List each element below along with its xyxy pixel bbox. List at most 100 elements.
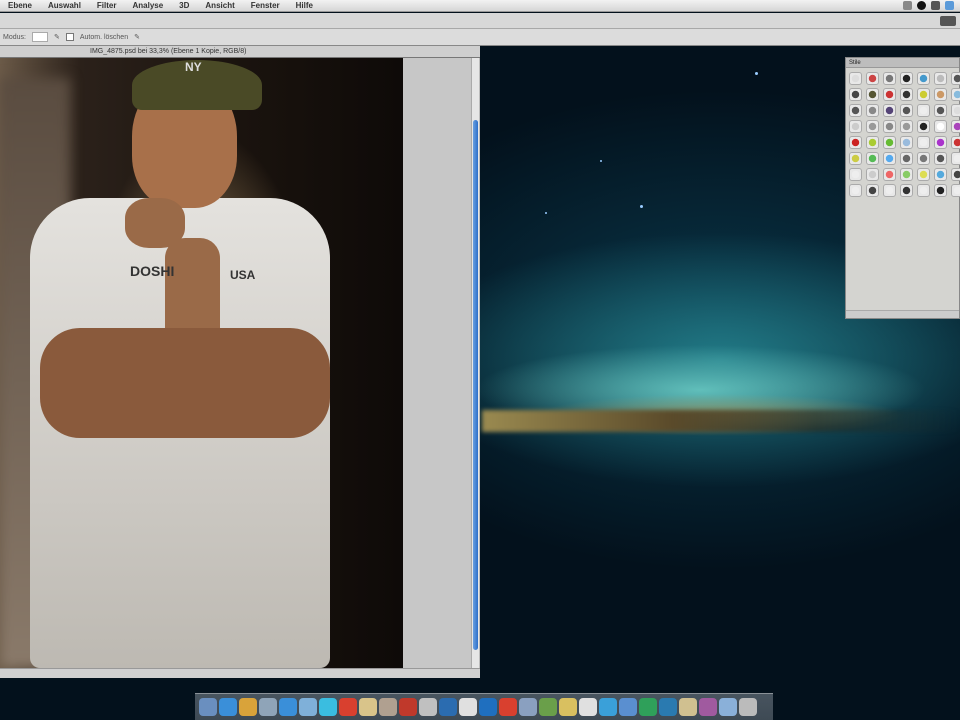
dock-tweetie-icon[interactable] bbox=[659, 698, 677, 716]
spotlight-icon[interactable] bbox=[945, 1, 954, 10]
style-swatch[interactable] bbox=[883, 72, 896, 85]
dock-photoshop-icon[interactable] bbox=[379, 698, 397, 716]
style-swatch[interactable] bbox=[849, 152, 862, 165]
style-swatch[interactable] bbox=[900, 168, 913, 181]
style-swatch[interactable] bbox=[849, 72, 862, 85]
style-swatch[interactable] bbox=[917, 120, 930, 133]
style-swatch[interactable] bbox=[917, 72, 930, 85]
brush-icon[interactable]: ✎ bbox=[54, 33, 60, 41]
style-swatch[interactable] bbox=[883, 104, 896, 117]
style-swatch[interactable] bbox=[917, 152, 930, 165]
style-swatch[interactable] bbox=[951, 168, 960, 181]
style-swatch[interactable] bbox=[951, 104, 960, 117]
style-swatch[interactable] bbox=[883, 184, 896, 197]
dock-flash-icon[interactable] bbox=[339, 698, 357, 716]
menu-ebene[interactable]: Ebene bbox=[8, 1, 32, 10]
style-swatch[interactable] bbox=[900, 136, 913, 149]
style-swatch[interactable] bbox=[934, 168, 947, 181]
dock-itunes-music-icon[interactable] bbox=[679, 698, 697, 716]
dock-powerpoint-icon[interactable] bbox=[499, 698, 517, 716]
menu-hilfe[interactable]: Hilfe bbox=[296, 1, 313, 10]
style-swatch[interactable] bbox=[883, 88, 896, 101]
photo-canvas[interactable]: NY DOSHI USA bbox=[0, 58, 403, 668]
style-swatch[interactable] bbox=[900, 152, 913, 165]
dock-filezilla-icon[interactable] bbox=[699, 698, 717, 716]
auto-erase-checkbox[interactable] bbox=[65, 33, 74, 41]
style-swatch[interactable] bbox=[900, 120, 913, 133]
style-swatch[interactable] bbox=[883, 136, 896, 149]
dock-twitter-icon[interactable] bbox=[319, 698, 337, 716]
dock-stickies-icon[interactable] bbox=[559, 698, 577, 716]
dock-iphoto-icon[interactable] bbox=[519, 698, 537, 716]
wifi-icon[interactable] bbox=[903, 1, 912, 10]
dock-preview-icon[interactable] bbox=[299, 698, 317, 716]
style-swatch[interactable] bbox=[951, 120, 960, 133]
workspace-button[interactable] bbox=[940, 16, 956, 26]
dock-app-store-icon[interactable] bbox=[599, 698, 617, 716]
style-swatch[interactable] bbox=[849, 88, 862, 101]
dock-word-icon[interactable] bbox=[439, 698, 457, 716]
document-tab[interactable]: IMG_4875.psd bei 33,3% (Ebene 1 Kopie, R… bbox=[0, 46, 480, 58]
style-swatch[interactable] bbox=[934, 184, 947, 197]
clock-icon[interactable] bbox=[917, 1, 926, 10]
style-swatch[interactable] bbox=[934, 136, 947, 149]
menu-filter[interactable]: Filter bbox=[97, 1, 117, 10]
style-swatch[interactable] bbox=[951, 184, 960, 197]
dock-ichat-icon[interactable] bbox=[239, 698, 257, 716]
style-swatch[interactable] bbox=[917, 104, 930, 117]
menu-analyse[interactable]: Analyse bbox=[132, 1, 163, 10]
menu-fenster[interactable]: Fenster bbox=[251, 1, 280, 10]
dock-finder-icon[interactable] bbox=[199, 698, 217, 716]
style-swatch[interactable] bbox=[900, 184, 913, 197]
style-swatch[interactable] bbox=[866, 104, 879, 117]
dock-itunes-icon[interactable] bbox=[279, 698, 297, 716]
style-swatch[interactable] bbox=[849, 104, 862, 117]
scrollbar-thumb[interactable] bbox=[473, 120, 478, 650]
menu-ansicht[interactable]: Ansicht bbox=[205, 1, 234, 10]
volume-icon[interactable] bbox=[931, 1, 940, 10]
style-swatch[interactable] bbox=[866, 184, 879, 197]
style-swatch[interactable] bbox=[934, 120, 947, 133]
dock-mail-icon[interactable] bbox=[259, 698, 277, 716]
dock-skype-icon[interactable] bbox=[639, 698, 657, 716]
style-swatch[interactable] bbox=[917, 168, 930, 181]
dock-notes-icon[interactable] bbox=[359, 698, 377, 716]
style-swatch[interactable] bbox=[951, 88, 960, 101]
style-swatch[interactable] bbox=[900, 88, 913, 101]
style-swatch[interactable] bbox=[849, 184, 862, 197]
pressure-icon[interactable]: ✎ bbox=[134, 33, 140, 41]
dock-textedit-icon[interactable] bbox=[419, 698, 437, 716]
style-swatch[interactable] bbox=[917, 136, 930, 149]
style-swatch[interactable] bbox=[900, 72, 913, 85]
dock-calendar-icon[interactable] bbox=[459, 698, 477, 716]
styles-tab[interactable]: Stile bbox=[846, 58, 959, 68]
style-swatch[interactable] bbox=[849, 136, 862, 149]
dock-pages-icon[interactable] bbox=[579, 698, 597, 716]
dock-folder-icon[interactable] bbox=[719, 698, 737, 716]
style-swatch[interactable] bbox=[951, 72, 960, 85]
menu-3d[interactable]: 3D bbox=[179, 1, 189, 10]
style-swatch[interactable] bbox=[883, 168, 896, 181]
style-swatch[interactable] bbox=[866, 168, 879, 181]
dock-keynote-icon[interactable] bbox=[619, 698, 637, 716]
vertical-scrollbar[interactable] bbox=[471, 58, 479, 668]
dock-acrobat-icon[interactable] bbox=[399, 698, 417, 716]
style-swatch[interactable] bbox=[849, 120, 862, 133]
menu-auswahl[interactable]: Auswahl bbox=[48, 1, 81, 10]
style-swatch[interactable] bbox=[866, 72, 879, 85]
style-swatch[interactable] bbox=[934, 152, 947, 165]
style-swatch[interactable] bbox=[866, 120, 879, 133]
style-swatch[interactable] bbox=[934, 104, 947, 117]
dock-outlook-icon[interactable] bbox=[479, 698, 497, 716]
style-swatch[interactable] bbox=[951, 136, 960, 149]
dock-garageband-icon[interactable] bbox=[539, 698, 557, 716]
dock-safari-icon[interactable] bbox=[219, 698, 237, 716]
style-swatch[interactable] bbox=[900, 104, 913, 117]
style-swatch[interactable] bbox=[866, 136, 879, 149]
style-swatch[interactable] bbox=[917, 88, 930, 101]
style-swatch[interactable] bbox=[866, 88, 879, 101]
style-swatch[interactable] bbox=[934, 72, 947, 85]
style-swatch[interactable] bbox=[951, 152, 960, 165]
dock-trash-icon[interactable] bbox=[739, 698, 757, 716]
style-swatch[interactable] bbox=[934, 88, 947, 101]
